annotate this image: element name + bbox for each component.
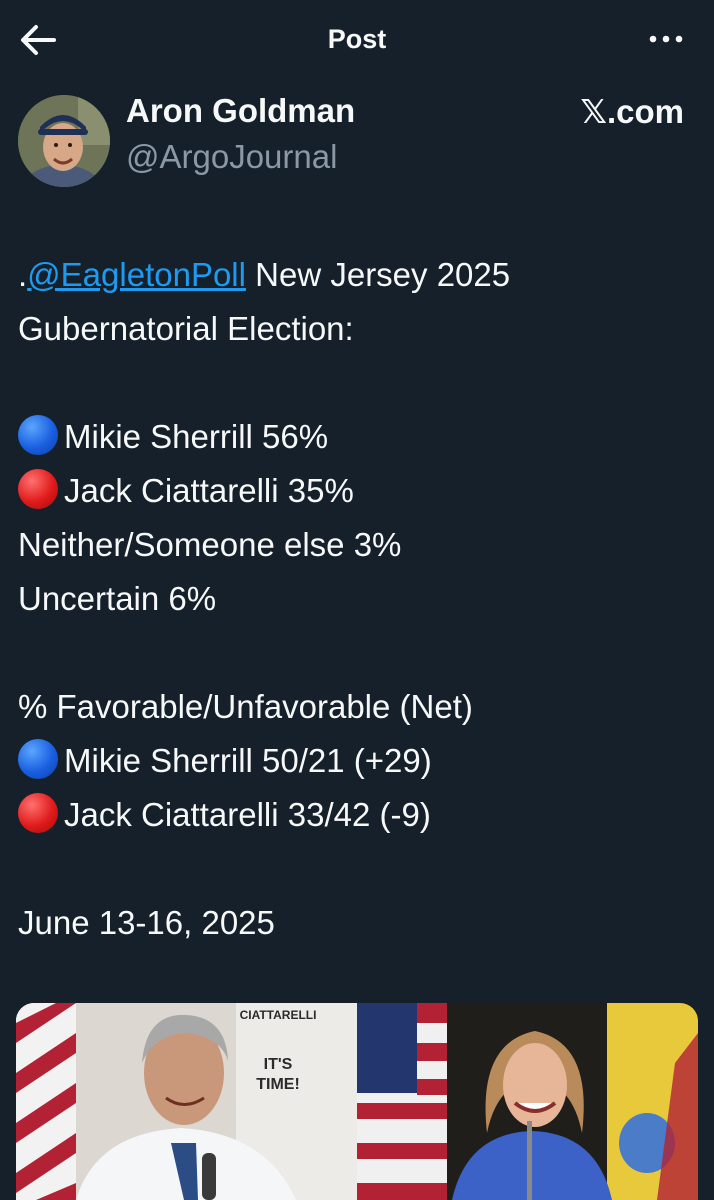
red-circle-icon [18, 469, 58, 509]
result-text: Neither/Someone else 3% [18, 526, 402, 563]
top-bar: Post [0, 0, 714, 80]
sherrill-photo [357, 1003, 698, 1200]
favorability-text: Mikie Sherrill 50/21 (+29) [64, 742, 432, 779]
result-item: Neither/Someone else 3% [18, 518, 708, 572]
author-handle[interactable]: @ArgoJournal [126, 138, 337, 176]
candidate-photo-left: CIATTARELLI IT'S TIME! [16, 1003, 357, 1200]
media-image[interactable]: CIATTARELLI IT'S TIME! [16, 1003, 698, 1200]
tweet-line: Gubernatorial Election: [18, 310, 354, 347]
favorability-text: Jack Ciattarelli 33/42 (-9) [64, 796, 431, 833]
more-horizontal-icon [649, 35, 683, 43]
sign-text: IT'S [264, 1056, 293, 1073]
page-title: Post [327, 24, 387, 54]
candidate-photo-right [357, 1003, 698, 1200]
result-text: Mikie Sherrill 56% [64, 418, 329, 455]
tweet-line: .@EagletonPoll New Jersey 2025 [18, 248, 708, 302]
sign-text: CIATTARELLI [240, 1008, 317, 1022]
result-item: Jack Ciattarelli 35% [18, 464, 708, 518]
line-prefix: . [18, 256, 28, 293]
more-options-button[interactable] [646, 24, 686, 54]
ciattarelli-photo: CIATTARELLI IT'S TIME! [16, 1003, 357, 1200]
red-circle-icon [18, 793, 58, 833]
sign-text: TIME! [256, 1076, 300, 1093]
author-name[interactable]: Aron Goldman [126, 92, 355, 130]
result-text: Uncertain 6% [18, 580, 217, 617]
tweet-text: .@EagletonPoll New Jersey 2025 Gubernato… [18, 248, 708, 950]
avatar[interactable] [18, 95, 110, 187]
poll-date: June 13-16, 2025 [18, 904, 275, 941]
result-text: Jack Ciattarelli 35% [64, 472, 354, 509]
blue-circle-icon [18, 415, 58, 455]
favorability-item: Mikie Sherrill 50/21 (+29) [18, 734, 708, 788]
result-item: Mikie Sherrill 56% [18, 410, 708, 464]
favorability-item: Jack Ciattarelli 33/42 (-9) [18, 788, 708, 842]
avatar-photo [18, 95, 110, 187]
line-text: New Jersey 2025 [245, 256, 511, 293]
mention-link[interactable]: @EagletonPoll [27, 256, 246, 293]
result-item: Uncertain 6% [18, 572, 708, 626]
blue-circle-icon [18, 739, 58, 779]
favorability-header: % Favorable/Unfavorable (Net) [18, 688, 473, 725]
x-brand-label: 𝕏.com [580, 93, 684, 130]
